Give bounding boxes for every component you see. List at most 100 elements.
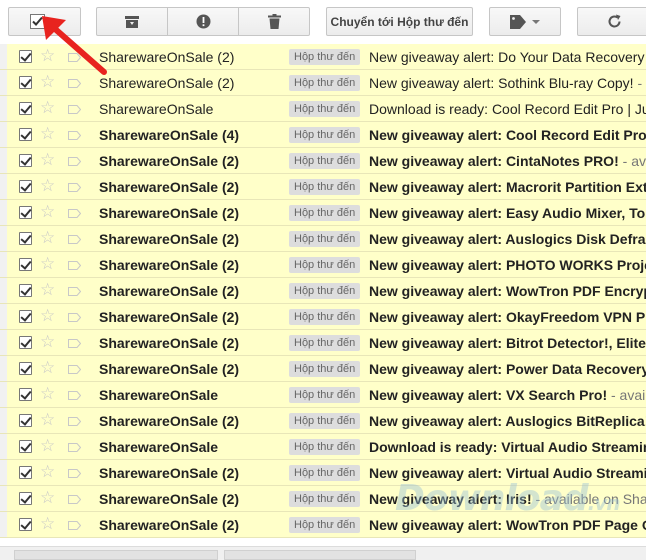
select-checkbox[interactable]: [19, 284, 32, 297]
select-checkbox[interactable]: [19, 518, 32, 531]
list-item[interactable]: ☆ SharewareOnSale Hộp thư đến Download is r…: [0, 434, 646, 460]
list-item[interactable]: ☆ SharewareOnSale (2) Hộp thư đến New givea…: [0, 252, 646, 278]
star-icon[interactable]: ☆: [40, 515, 55, 533]
inbox-label[interactable]: Hộp thư đến: [289, 257, 361, 273]
labels-dropdown[interactable]: [489, 7, 561, 36]
list-item[interactable]: ☆ SharewareOnSale (2) Hộp thư đến New givea…: [0, 356, 646, 382]
star-icon[interactable]: ☆: [40, 463, 55, 481]
inbox-label[interactable]: Hộp thư đến: [289, 179, 361, 195]
star-icon[interactable]: ☆: [40, 203, 55, 221]
select-checkbox[interactable]: [19, 414, 32, 427]
list-item[interactable]: ☆ SharewareOnSale (2) Hộp thư đến New givea…: [0, 174, 646, 200]
importance-marker-icon[interactable]: [68, 79, 81, 88]
move-to-inbox-button[interactable]: Chuyển tới Hộp thư đến: [326, 7, 473, 36]
importance-marker-icon[interactable]: [68, 131, 81, 140]
importance-marker-icon[interactable]: [68, 235, 81, 244]
inbox-label[interactable]: Hộp thư đến: [289, 153, 361, 169]
star-icon[interactable]: ☆: [40, 437, 55, 455]
importance-marker-icon[interactable]: [68, 157, 81, 166]
select-checkbox[interactable]: [19, 258, 32, 271]
star-icon[interactable]: ☆: [40, 99, 55, 117]
select-checkbox[interactable]: [19, 232, 32, 245]
inbox-label[interactable]: Hộp thư đến: [289, 205, 361, 221]
importance-marker-icon[interactable]: [68, 261, 81, 270]
select-checkbox[interactable]: [19, 492, 32, 505]
list-item[interactable]: ☆ SharewareOnSale Hộp thư đến Download is r…: [0, 96, 646, 122]
select-checkbox[interactable]: [19, 102, 32, 115]
list-item[interactable]: ☆ SharewareOnSale Hộp thư đến New giveaway …: [0, 382, 646, 408]
importance-marker-icon[interactable]: [68, 183, 81, 192]
importance-marker-icon[interactable]: [68, 365, 81, 374]
importance-marker-icon[interactable]: [68, 469, 81, 478]
star-icon[interactable]: ☆: [40, 177, 55, 195]
importance-marker-icon[interactable]: [68, 53, 81, 62]
star-icon[interactable]: ☆: [40, 359, 55, 377]
list-item[interactable]: ☆ SharewareOnSale (2) Hộp thư đến New givea…: [0, 44, 646, 70]
star-icon[interactable]: ☆: [40, 281, 55, 299]
select-checkbox[interactable]: [19, 206, 32, 219]
select-checkbox[interactable]: [19, 362, 32, 375]
importance-marker-icon[interactable]: [68, 209, 81, 218]
inbox-label[interactable]: Hộp thư đến: [289, 413, 361, 429]
select-checkbox[interactable]: [19, 440, 32, 453]
list-item[interactable]: ☆ SharewareOnSale (2) Hộp thư đến New givea…: [0, 512, 646, 538]
star-icon[interactable]: ☆: [40, 411, 55, 429]
inbox-label[interactable]: Hộp thư đến: [289, 491, 361, 507]
inbox-label[interactable]: Hộp thư đến: [289, 127, 361, 143]
inbox-label[interactable]: Hộp thư đến: [289, 75, 361, 91]
scrollbar-segment[interactable]: [224, 550, 416, 560]
delete-button[interactable]: [239, 7, 310, 36]
importance-marker-icon[interactable]: [68, 313, 81, 322]
star-icon[interactable]: ☆: [40, 47, 55, 65]
star-icon[interactable]: ☆: [40, 255, 55, 273]
inbox-label[interactable]: Hộp thư đến: [289, 309, 361, 325]
inbox-label[interactable]: Hộp thư đến: [289, 49, 361, 65]
refresh-button[interactable]: [577, 7, 646, 36]
importance-marker-icon[interactable]: [68, 417, 81, 426]
inbox-label[interactable]: Hộp thư đến: [289, 101, 361, 117]
scrollbar-segment[interactable]: [14, 550, 218, 560]
importance-marker-icon[interactable]: [68, 105, 81, 114]
importance-marker-icon[interactable]: [68, 287, 81, 296]
inbox-label[interactable]: Hộp thư đến: [289, 361, 361, 377]
list-item[interactable]: ☆ SharewareOnSale (2) Hộp thư đến New givea…: [0, 408, 646, 434]
importance-marker-icon[interactable]: [68, 521, 81, 530]
list-item[interactable]: ☆ SharewareOnSale (2) Hộp thư đến New givea…: [0, 200, 646, 226]
star-icon[interactable]: ☆: [40, 229, 55, 247]
star-icon[interactable]: ☆: [40, 489, 55, 507]
star-icon[interactable]: ☆: [40, 333, 55, 351]
horizontal-scrollbar[interactable]: [0, 546, 646, 560]
inbox-label[interactable]: Hộp thư đến: [289, 231, 361, 247]
inbox-label[interactable]: Hộp thư đến: [289, 387, 361, 403]
list-item[interactable]: ☆ SharewareOnSale (2) Hộp thư đến New givea…: [0, 460, 646, 486]
importance-marker-icon[interactable]: [68, 391, 81, 400]
list-item[interactable]: ☆ SharewareOnSale (2) Hộp thư đến New givea…: [0, 226, 646, 252]
inbox-label[interactable]: Hộp thư đến: [289, 439, 361, 455]
list-item[interactable]: ☆ SharewareOnSale (2) Hộp thư đến New givea…: [0, 486, 646, 512]
importance-marker-icon[interactable]: [68, 495, 81, 504]
select-checkbox[interactable]: [19, 180, 32, 193]
archive-button[interactable]: [96, 7, 168, 36]
report-spam-button[interactable]: [168, 7, 239, 36]
select-checkbox[interactable]: [19, 76, 32, 89]
star-icon[interactable]: ☆: [40, 151, 55, 169]
list-item[interactable]: ☆ SharewareOnSale (2) Hộp thư đến New givea…: [0, 148, 646, 174]
list-item[interactable]: ☆ SharewareOnSale (2) Hộp thư đến New givea…: [0, 70, 646, 96]
inbox-label[interactable]: Hộp thư đến: [289, 517, 361, 533]
select-checkbox[interactable]: [19, 310, 32, 323]
list-item[interactable]: ☆ SharewareOnSale (4) Hộp thư đến New givea…: [0, 122, 646, 148]
star-icon[interactable]: ☆: [40, 73, 55, 91]
select-checkbox[interactable]: [19, 128, 32, 141]
list-item[interactable]: ☆ SharewareOnSale (2) Hộp thư đến New givea…: [0, 330, 646, 356]
select-checkbox[interactable]: [19, 466, 32, 479]
importance-marker-icon[interactable]: [68, 339, 81, 348]
inbox-label[interactable]: Hộp thư đến: [289, 465, 361, 481]
inbox-label[interactable]: Hộp thư đến: [289, 283, 361, 299]
select-checkbox[interactable]: [19, 154, 32, 167]
list-item[interactable]: ☆ SharewareOnSale (2) Hộp thư đến New givea…: [0, 304, 646, 330]
select-checkbox[interactable]: [19, 388, 32, 401]
select-all-dropdown[interactable]: [8, 7, 81, 36]
inbox-label[interactable]: Hộp thư đến: [289, 335, 361, 351]
star-icon[interactable]: ☆: [40, 385, 55, 403]
select-checkbox[interactable]: [19, 336, 32, 349]
